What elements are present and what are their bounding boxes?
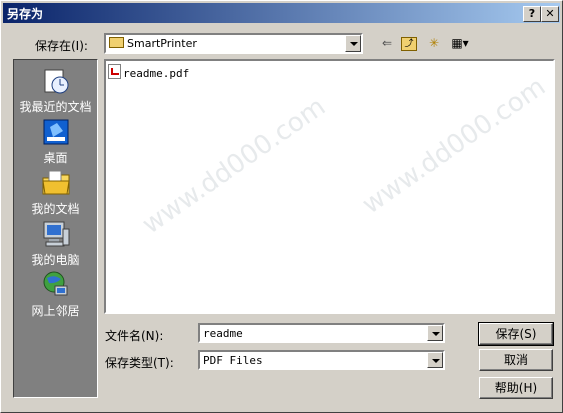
my-documents-icon [41, 168, 71, 198]
folder-icon [109, 37, 124, 48]
save-as-dialog: 另存为 ? ✕ 保存在(I): SmartPrinter ⇐ ⤴ ✳ ▦▾ 我最… [0, 0, 563, 413]
desktop-icon [41, 117, 71, 147]
filename-label: 文件名(N): [105, 329, 164, 343]
views-glyph: ▦ [451, 36, 463, 50]
chevron-down-icon[interactable] [427, 352, 443, 368]
place-network[interactable]: 网上邻居 [14, 270, 97, 319]
file-name: readme.pdf [123, 67, 190, 80]
network-places-icon [41, 270, 71, 300]
my-computer-icon [41, 219, 71, 249]
file-list[interactable]: readme.pdf www.dd000.com www.dd000.com [104, 59, 555, 314]
place-desktop[interactable]: 桌面 [14, 117, 97, 166]
save-button[interactable]: 保存(S) [478, 322, 554, 346]
chevron-down-icon[interactable] [427, 325, 443, 341]
places-bar: 我最近的文档 桌面 我的文档 我的电脑 网上邻居 [13, 59, 98, 398]
save-in-label: 保存在(I): [35, 39, 88, 53]
cancel-button[interactable]: 取消 [479, 349, 553, 371]
place-label: 我最近的文档 [19, 100, 92, 114]
filetype-select[interactable]: PDF Files [198, 350, 445, 370]
back-icon[interactable]: ⇐ [378, 34, 396, 52]
place-recent[interactable]: 我最近的文档 [14, 66, 97, 115]
filetype-value: PDF Files [203, 354, 263, 367]
up-folder-icon[interactable]: ⤴ [401, 37, 417, 51]
save-in-text: SmartPrinter [127, 37, 197, 50]
place-label: 我的电脑 [31, 253, 80, 267]
place-my-computer[interactable]: 我的电脑 [14, 219, 97, 268]
pdf-file-icon [108, 64, 121, 79]
close-icon[interactable]: ✕ [541, 6, 559, 22]
filename-input[interactable]: readme [198, 323, 445, 343]
help-button[interactable]: 帮助(H) [479, 377, 553, 399]
list-item[interactable]: readme.pdf [108, 64, 189, 80]
save-in-combo[interactable]: SmartPrinter [104, 33, 363, 54]
filename-value: readme [203, 327, 243, 340]
watermark: www.dd000.com [356, 71, 552, 221]
title-bar[interactable]: 另存为 ? ✕ [3, 3, 560, 23]
place-my-documents[interactable]: 我的文档 [14, 168, 97, 217]
help-icon[interactable]: ? [523, 6, 541, 22]
place-label: 我的文档 [31, 202, 80, 216]
save-in-value: SmartPrinter [109, 37, 197, 50]
place-label: 网上邻居 [31, 304, 80, 318]
views-menu-icon[interactable]: ▦▾ [448, 34, 472, 52]
window-title: 另存为 [7, 7, 44, 21]
watermark: www.dd000.com [136, 91, 332, 241]
recent-documents-icon [41, 66, 71, 96]
new-folder-icon[interactable]: ✳ [425, 34, 443, 52]
filetype-label: 保存类型(T): [105, 356, 174, 370]
place-label: 桌面 [43, 151, 68, 165]
chevron-down-icon[interactable] [345, 35, 361, 52]
